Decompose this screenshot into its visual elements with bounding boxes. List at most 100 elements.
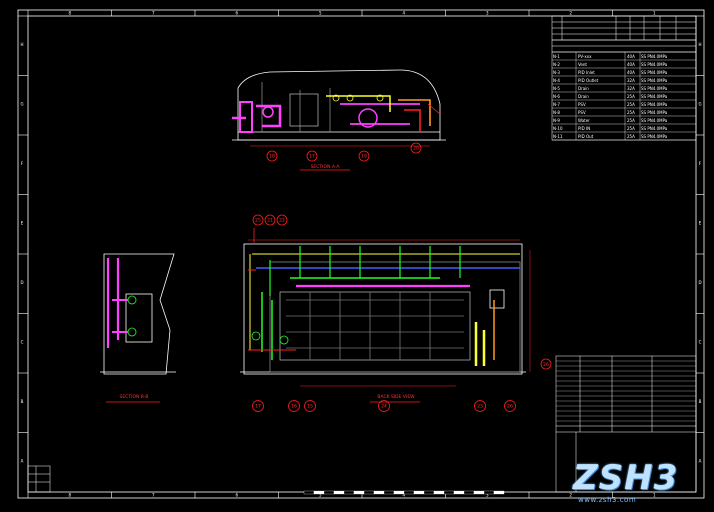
svg-text:40A: 40A	[627, 54, 635, 59]
border-letter-right: C	[699, 339, 702, 344]
nozzle-row: N-8 PSV 25A SS PN4.0MPa	[552, 110, 696, 117]
svg-text:16: 16	[291, 404, 297, 410]
svg-text:N-7: N-7	[553, 102, 560, 107]
svg-text:40A: 40A	[627, 62, 635, 67]
nozzle-row: N-7 PSV 25A SS PN4.0MPa	[552, 102, 696, 109]
nozzle-table: N-1 PV-xxx 40A SS PN4.0MPa N-2 Vent 40A SS PN4.…	[551, 51, 697, 141]
nozzle-row: N-4 PID Outlet 32A SS PN4.0MPa	[552, 78, 696, 85]
nozzle-row: N-11 PID Out 25A SS PN4.0MPa	[552, 134, 696, 141]
svg-text:21: 21	[267, 218, 273, 224]
svg-text:22: 22	[279, 218, 285, 224]
svg-text:20: 20	[413, 146, 419, 152]
svg-text:N-6: N-6	[553, 94, 560, 99]
border-number-top: 1	[653, 11, 656, 16]
border-number-bottom: 8	[68, 493, 71, 498]
border-letter-right: B	[699, 399, 702, 404]
watermark-url: www.zsh3.com	[578, 496, 637, 504]
svg-text:PV-xxx: PV-xxx	[578, 54, 592, 59]
svg-text:25A: 25A	[627, 94, 635, 99]
balloon-right-text: 26	[543, 362, 549, 368]
border-number-top: 4	[402, 11, 405, 16]
svg-text:SS PN4.0MPa: SS PN4.0MPa	[641, 118, 668, 123]
nozzle-row: N-1 PV-xxx 40A SS PN4.0MPa	[552, 54, 696, 61]
svg-text:23: 23	[477, 404, 483, 410]
section-b-label: SECTION B-B	[120, 394, 149, 400]
svg-text:25A: 25A	[627, 102, 635, 107]
svg-text:SS PN4.0MPa: SS PN4.0MPa	[641, 102, 668, 107]
svg-text:25A: 25A	[627, 118, 635, 123]
nozzle-row: N-9 Water 25A SS PN4.0MPa	[552, 118, 696, 125]
svg-text:SS PN4.0MPa: SS PN4.0MPa	[641, 110, 668, 115]
svg-text:19: 19	[361, 154, 367, 160]
border-letter-left: C	[21, 339, 24, 344]
svg-text:SS PN4.0MPa: SS PN4.0MPa	[641, 94, 668, 99]
svg-text:N-10: N-10	[553, 126, 563, 131]
back-side-view	[240, 228, 531, 403]
border-letter-left: B	[21, 399, 24, 404]
svg-text:Vent: Vent	[578, 62, 587, 67]
border-number-top: 6	[235, 11, 238, 16]
nozzle-row: N-10 PID IN 25A SS PN4.0MPa	[552, 126, 696, 133]
svg-text:N-3: N-3	[553, 70, 560, 75]
svg-text:24: 24	[381, 404, 387, 410]
svg-text:25A: 25A	[627, 110, 635, 115]
section-a-label: SECTION A-A	[311, 164, 341, 170]
svg-text:N-4: N-4	[553, 78, 560, 83]
svg-text:25A: 25A	[627, 134, 635, 139]
svg-text:18: 18	[269, 154, 275, 160]
border-number-top: 2	[569, 11, 572, 16]
section-a-view	[232, 69, 446, 171]
svg-text:SS PN4.0MPa: SS PN4.0MPa	[641, 86, 668, 91]
svg-text:15: 15	[307, 404, 313, 410]
border-letter-right: H	[698, 42, 701, 47]
revision-table	[551, 15, 697, 53]
border-number-top: 7	[152, 11, 155, 16]
border-letter-right: D	[698, 280, 701, 285]
item-balloon: 21	[264, 214, 276, 226]
border-letter-left: F	[21, 161, 24, 166]
border-number-top: 3	[486, 11, 489, 16]
left-info-table	[27, 465, 51, 493]
border-number-bottom: 7	[152, 493, 155, 498]
svg-text:Water: Water	[578, 118, 590, 123]
border-letter-right: G	[698, 101, 701, 106]
back-side-balloons-vertical: 25 21 22	[252, 214, 288, 226]
item-balloon: 25	[252, 214, 264, 226]
svg-text:25: 25	[255, 218, 261, 224]
border-letter-left: G	[20, 101, 23, 106]
border-letter-left: E	[21, 220, 24, 225]
svg-text:SS PN4.0MPa: SS PN4.0MPa	[641, 126, 668, 131]
svg-text:17: 17	[309, 154, 315, 160]
svg-text:32A: 32A	[627, 78, 635, 83]
svg-text:N-8: N-8	[553, 110, 560, 115]
svg-text:SS PN4.0MPa: SS PN4.0MPa	[641, 62, 668, 67]
nozzle-row: N-5 Drain 32A SS PN4.0MPa	[552, 86, 696, 93]
svg-text:17: 17	[255, 404, 261, 410]
item-balloon: 18	[266, 150, 278, 162]
back-side-label: BACK SIDE VIEW	[377, 394, 415, 400]
title-block-rows	[556, 360, 696, 422]
svg-text:40A: 40A	[627, 70, 635, 75]
svg-text:SS PN4.0MPa: SS PN4.0MPa	[641, 54, 668, 59]
border-number-top: 8	[68, 11, 71, 16]
svg-text:PSV: PSV	[578, 102, 586, 107]
svg-text:Drain: Drain	[578, 94, 589, 99]
svg-text:25A: 25A	[627, 126, 635, 131]
item-balloon: 26	[504, 400, 516, 412]
item-balloon: 23	[474, 400, 486, 412]
svg-text:26: 26	[507, 404, 513, 410]
border-letter-right: E	[699, 220, 702, 225]
svg-text:PID Inlet: PID Inlet	[578, 70, 595, 75]
svg-text:SS PN4.0MPa: SS PN4.0MPa	[641, 134, 668, 139]
svg-text:SS PN4.0MPa: SS PN4.0MPa	[641, 70, 668, 75]
nozzle-row: N-6 Drain 25A SS PN4.0MPa	[552, 94, 696, 101]
item-balloon: 19	[358, 150, 370, 162]
section-a-balloons: 18 17 19 20	[266, 142, 422, 162]
item-balloon: 22	[276, 214, 288, 226]
svg-text:Drain: Drain	[578, 86, 589, 91]
svg-text:PID IN: PID IN	[578, 126, 590, 131]
svg-text:PID Out: PID Out	[578, 134, 594, 139]
cad-drawing-canvas[interactable]: 8877665544332211H HG GF FE ED DC CB BA A N-1 PV-x…	[0, 0, 714, 512]
svg-text:N-5: N-5	[553, 86, 560, 91]
border-letter-left: D	[20, 280, 23, 285]
